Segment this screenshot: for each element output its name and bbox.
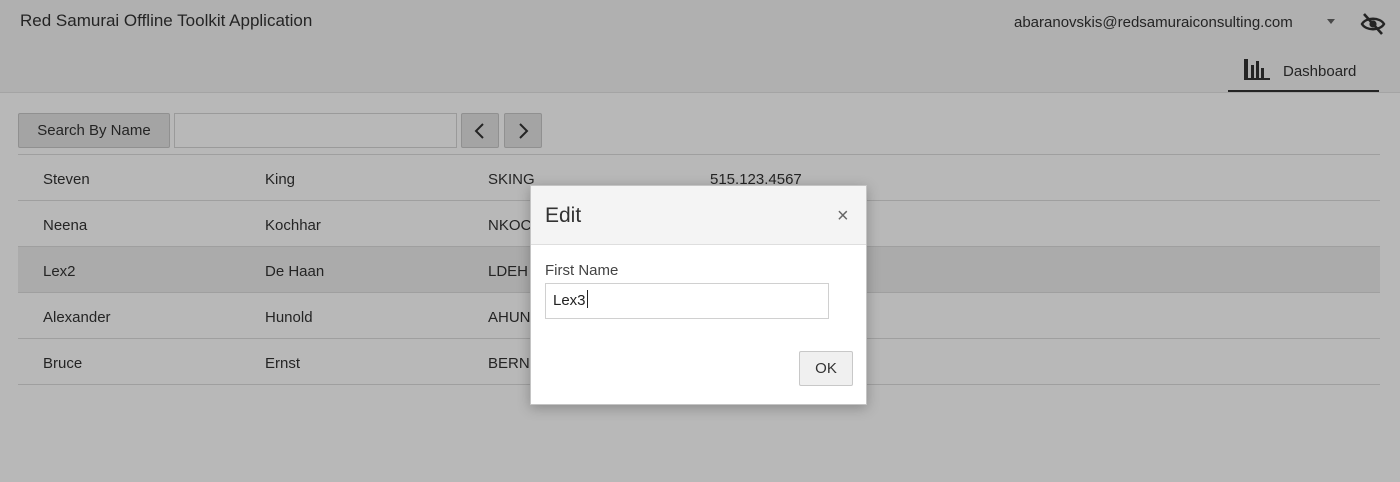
- first-name-label: First Name: [545, 262, 619, 279]
- text-cursor: [586, 290, 588, 308]
- first-name-input[interactable]: Lex3: [545, 283, 829, 319]
- edit-dialog: Edit × First Name Lex3 OK: [530, 185, 867, 405]
- close-icon[interactable]: ×: [837, 206, 849, 226]
- dialog-title: Edit: [545, 204, 582, 227]
- dialog-header: Edit ×: [531, 186, 866, 245]
- first-name-value: Lex3: [553, 292, 586, 309]
- ok-button[interactable]: OK: [799, 351, 853, 386]
